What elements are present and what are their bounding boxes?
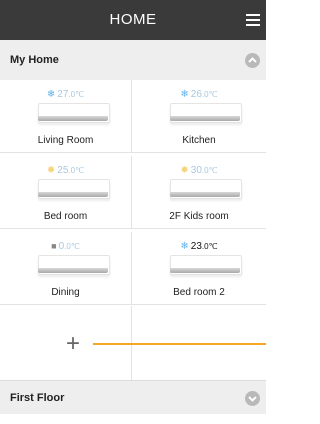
temp-value: 30 xyxy=(190,165,202,176)
air-conditioner-icon xyxy=(38,179,110,201)
temp-unit: .0℃ xyxy=(68,166,85,175)
section-first-floor[interactable]: First Floor xyxy=(0,380,266,416)
sun-icon: ✹ xyxy=(46,165,56,176)
temperature-readout: ✹ 25.0℃ xyxy=(0,165,131,176)
app-header: HOME xyxy=(0,0,266,40)
room-card[interactable]: ❄ 26.0℃ Kitchen xyxy=(132,80,266,153)
section-my-home[interactable]: My Home xyxy=(0,40,266,81)
temp-value: 26 xyxy=(190,89,202,100)
page-title: HOME xyxy=(109,11,157,28)
temp-unit: .0℃ xyxy=(201,166,218,175)
snowflake-icon: ❄ xyxy=(46,89,56,100)
air-conditioner-icon xyxy=(170,103,242,125)
snowflake-icon: ❄ xyxy=(180,89,189,100)
power-off-icon: ■ xyxy=(51,241,57,251)
room-card[interactable]: ✹ 30.0℃ 2F Kids room xyxy=(132,156,266,229)
chevron-up-icon[interactable] xyxy=(245,53,260,68)
air-conditioner-icon xyxy=(38,255,110,277)
room-name: Bed room 2 xyxy=(173,287,225,298)
room-name: Bed room xyxy=(43,211,88,222)
temp-unit: .0℃ xyxy=(201,90,218,99)
air-conditioner-icon xyxy=(170,179,242,201)
room-name: Living Room xyxy=(37,135,94,146)
drag-indicator-line xyxy=(93,343,266,345)
temperature-readout: ❄ 23.0℃ xyxy=(132,241,266,252)
temp-unit: .0℃ xyxy=(201,242,218,251)
temperature-readout: ❄ 27.0℃ xyxy=(0,89,131,100)
temperature-readout: ✹ 30.0℃ xyxy=(132,165,266,176)
temp-unit: .0℃ xyxy=(64,242,80,251)
room-name: 2F Kids room xyxy=(169,211,229,222)
temp-value: 23 xyxy=(190,241,202,252)
temp-unit: .0℃ xyxy=(68,90,85,99)
air-conditioner-icon xyxy=(38,103,110,125)
room-card[interactable]: ✹ 25.0℃ Bed room xyxy=(0,156,132,229)
temp-value: 27 xyxy=(57,89,69,100)
temperature-readout: ❄ 26.0℃ xyxy=(132,89,266,100)
room-name: Dining xyxy=(51,287,80,298)
snowflake-icon: ❄ xyxy=(180,241,189,252)
chevron-down-icon[interactable] xyxy=(245,391,260,406)
add-room-button[interactable]: + xyxy=(66,332,80,356)
room-card[interactable]: ■ 0.0℃ Dining xyxy=(0,232,132,305)
room-name: Kitchen xyxy=(182,135,216,146)
room-card[interactable]: ❄ 27.0℃ Living Room xyxy=(0,80,132,153)
section-label: First Floor xyxy=(10,392,65,404)
temperature-readout: ■ 0.0℃ xyxy=(0,241,131,252)
sun-icon: ✹ xyxy=(180,165,189,176)
air-conditioner-icon xyxy=(170,255,242,277)
temp-value: 25 xyxy=(57,165,69,176)
section-label: My Home xyxy=(10,54,59,66)
hamburger-menu-icon[interactable] xyxy=(246,14,260,26)
room-card[interactable]: ❄ 23.0℃ Bed room 2 xyxy=(132,232,266,305)
list-bottom xyxy=(0,414,266,424)
